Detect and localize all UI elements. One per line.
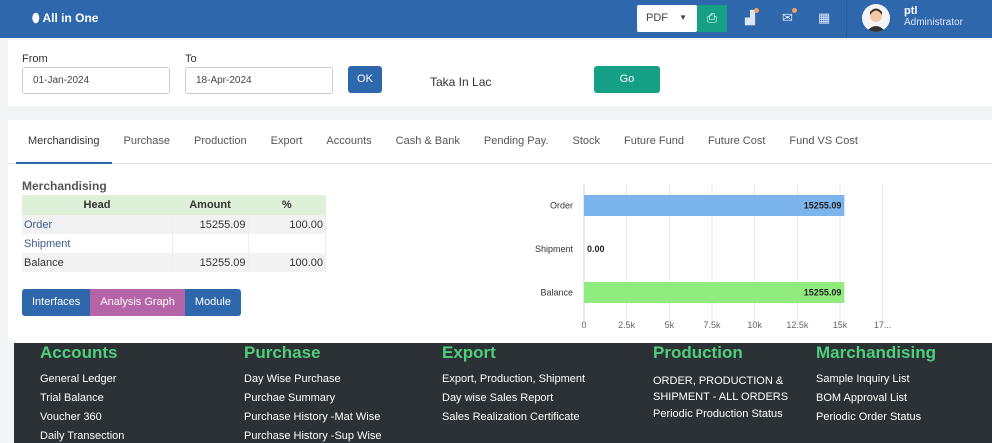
footer-link[interactable]: General Ledger (40, 373, 116, 385)
tab-future-fund[interactable]: Future Fund (612, 120, 696, 164)
footer-link[interactable]: Daily Transection (40, 430, 124, 442)
col-head: Head (22, 195, 172, 215)
x-tick-label: 12.5k (786, 320, 809, 330)
footer-link[interactable]: Purchase History -Sup Wise (244, 430, 382, 442)
table-row: Order 15255.09 100.00 (22, 215, 326, 234)
summary-table: Head Amount% Order 15255.09 100.00 Shipment… (22, 195, 326, 272)
data-label: 15255.09 (804, 288, 842, 298)
x-tick-label: 2.5k (618, 320, 636, 330)
user-name[interactable]: ptl (904, 5, 917, 17)
top-bar (0, 0, 992, 38)
from-label: From (22, 53, 48, 65)
footer-link[interactable]: Voucher 360 (40, 411, 102, 423)
category-label: Balance (540, 288, 573, 298)
footer-link[interactable]: ORDER, PRODUCTION & SHIPMENT - ALL ORDER… (653, 373, 823, 405)
x-tick-label: 7.5k (703, 320, 721, 330)
tab-export[interactable]: Export (259, 120, 315, 164)
tab-fund-vs-cost[interactable]: Fund VS Cost (777, 120, 869, 164)
map-pin-icon: ⬮ (32, 11, 40, 25)
tab-purchase[interactable]: Purchase (112, 120, 182, 164)
footer-link[interactable]: Day Wise Purchase (244, 373, 341, 385)
print-button[interactable]: ⎙ (697, 5, 727, 32)
tab-accounts[interactable]: Accounts (314, 120, 383, 164)
data-label: 15255.09 (804, 201, 842, 211)
category-label: Order (550, 201, 573, 211)
ok-button[interactable]: OK (348, 66, 382, 93)
row-percent: 100.00 (248, 215, 326, 234)
row-head-link[interactable]: Shipment (22, 234, 173, 253)
x-tick-label: 17... (874, 320, 892, 330)
grid-icon[interactable]: ▦ (818, 10, 830, 26)
table-row: Balance 15255.09 100.00 (22, 253, 326, 272)
tab-merchandising[interactable]: Merchandising (16, 120, 112, 164)
brand[interactable]: ⬮ All in One (32, 11, 98, 26)
bar-chart: 02.5k5k7.5k10k12.5k15k17...Order15255.09… (535, 184, 892, 330)
footer-heading: Export (442, 343, 496, 362)
footer-link[interactable]: Sales Realization Certificate (442, 411, 580, 423)
footer-link[interactable]: Export, Production, Shipment (442, 373, 585, 385)
row-amount (172, 234, 249, 253)
footer-link[interactable]: BOM Approval List (816, 392, 907, 404)
tab-cash-bank[interactable]: Cash & Bank (384, 120, 472, 164)
row-head: Balance (22, 253, 173, 272)
from-date-input[interactable]: 01-Jan-2024 (22, 67, 170, 94)
footer-link[interactable]: Purchae Summary (244, 392, 335, 404)
footer-heading: Production (653, 343, 743, 362)
tab-production[interactable]: Production (182, 120, 259, 164)
go-button[interactable]: Go (594, 66, 660, 93)
row-percent (248, 234, 326, 253)
x-tick-label: 15k (833, 320, 848, 330)
to-label: To (185, 53, 197, 65)
tab-stock[interactable]: Stock (561, 120, 613, 164)
tab-bar: Merchandising Purchase Production Export… (8, 120, 992, 164)
chart-icon[interactable]: ▟ (745, 8, 759, 26)
row-amount: 15255.09 (172, 253, 249, 272)
row-amount: 15255.09 (172, 215, 249, 234)
row-head-link[interactable]: Order (22, 215, 173, 234)
footer-link[interactable]: Trial Balance (40, 392, 104, 404)
col-amount: Amount (172, 195, 248, 215)
caret-down-icon: ▼ (679, 13, 687, 22)
col-percent: % (248, 195, 326, 215)
tab-future-cost[interactable]: Future Cost (696, 120, 777, 164)
interfaces-button[interactable]: Interfaces (22, 289, 91, 316)
unit-label: Taka In Lac (430, 75, 492, 89)
row-percent: 100.00 (248, 253, 326, 272)
export-format-value: PDF (646, 12, 668, 24)
section-title: Merchandising (22, 179, 107, 193)
analysis-graph-button[interactable]: Analysis Graph (90, 289, 185, 316)
user-role: Administrator (904, 17, 963, 28)
divider (846, 0, 847, 38)
print-icon: ⎙ (706, 10, 718, 25)
x-tick-label: 10k (747, 320, 762, 330)
footer-link[interactable]: Sample Inquiry List (816, 373, 910, 385)
data-label: 0.00 (587, 244, 605, 254)
footer-heading: Purchase (244, 343, 321, 362)
x-tick-label: 5k (665, 320, 675, 330)
footer-link[interactable]: Periodic Production Status (653, 408, 783, 420)
view-button-group: Interfaces Analysis Graph Module (22, 289, 241, 316)
footer-heading: Accounts (40, 343, 118, 362)
category-label: Shipment (535, 244, 574, 254)
avatar[interactable] (862, 4, 890, 32)
tab-pending-pay[interactable]: Pending Pay. (472, 120, 561, 164)
module-button[interactable]: Module (184, 289, 241, 316)
brand-label: All in One (42, 11, 99, 25)
footer-link[interactable]: Periodic Order Status (816, 411, 921, 423)
table-row: Shipment (22, 234, 326, 253)
to-date-input[interactable]: 18-Apr-2024 (185, 67, 333, 94)
footer-link[interactable]: Day wise Sales Report (442, 392, 553, 404)
footer-heading: Marchandising (816, 343, 936, 362)
mail-icon[interactable]: ✉ (782, 8, 797, 26)
export-format-select[interactable]: PDF ▼ (637, 5, 697, 32)
footer-link[interactable]: Purchase History -Mat Wise (244, 411, 380, 423)
